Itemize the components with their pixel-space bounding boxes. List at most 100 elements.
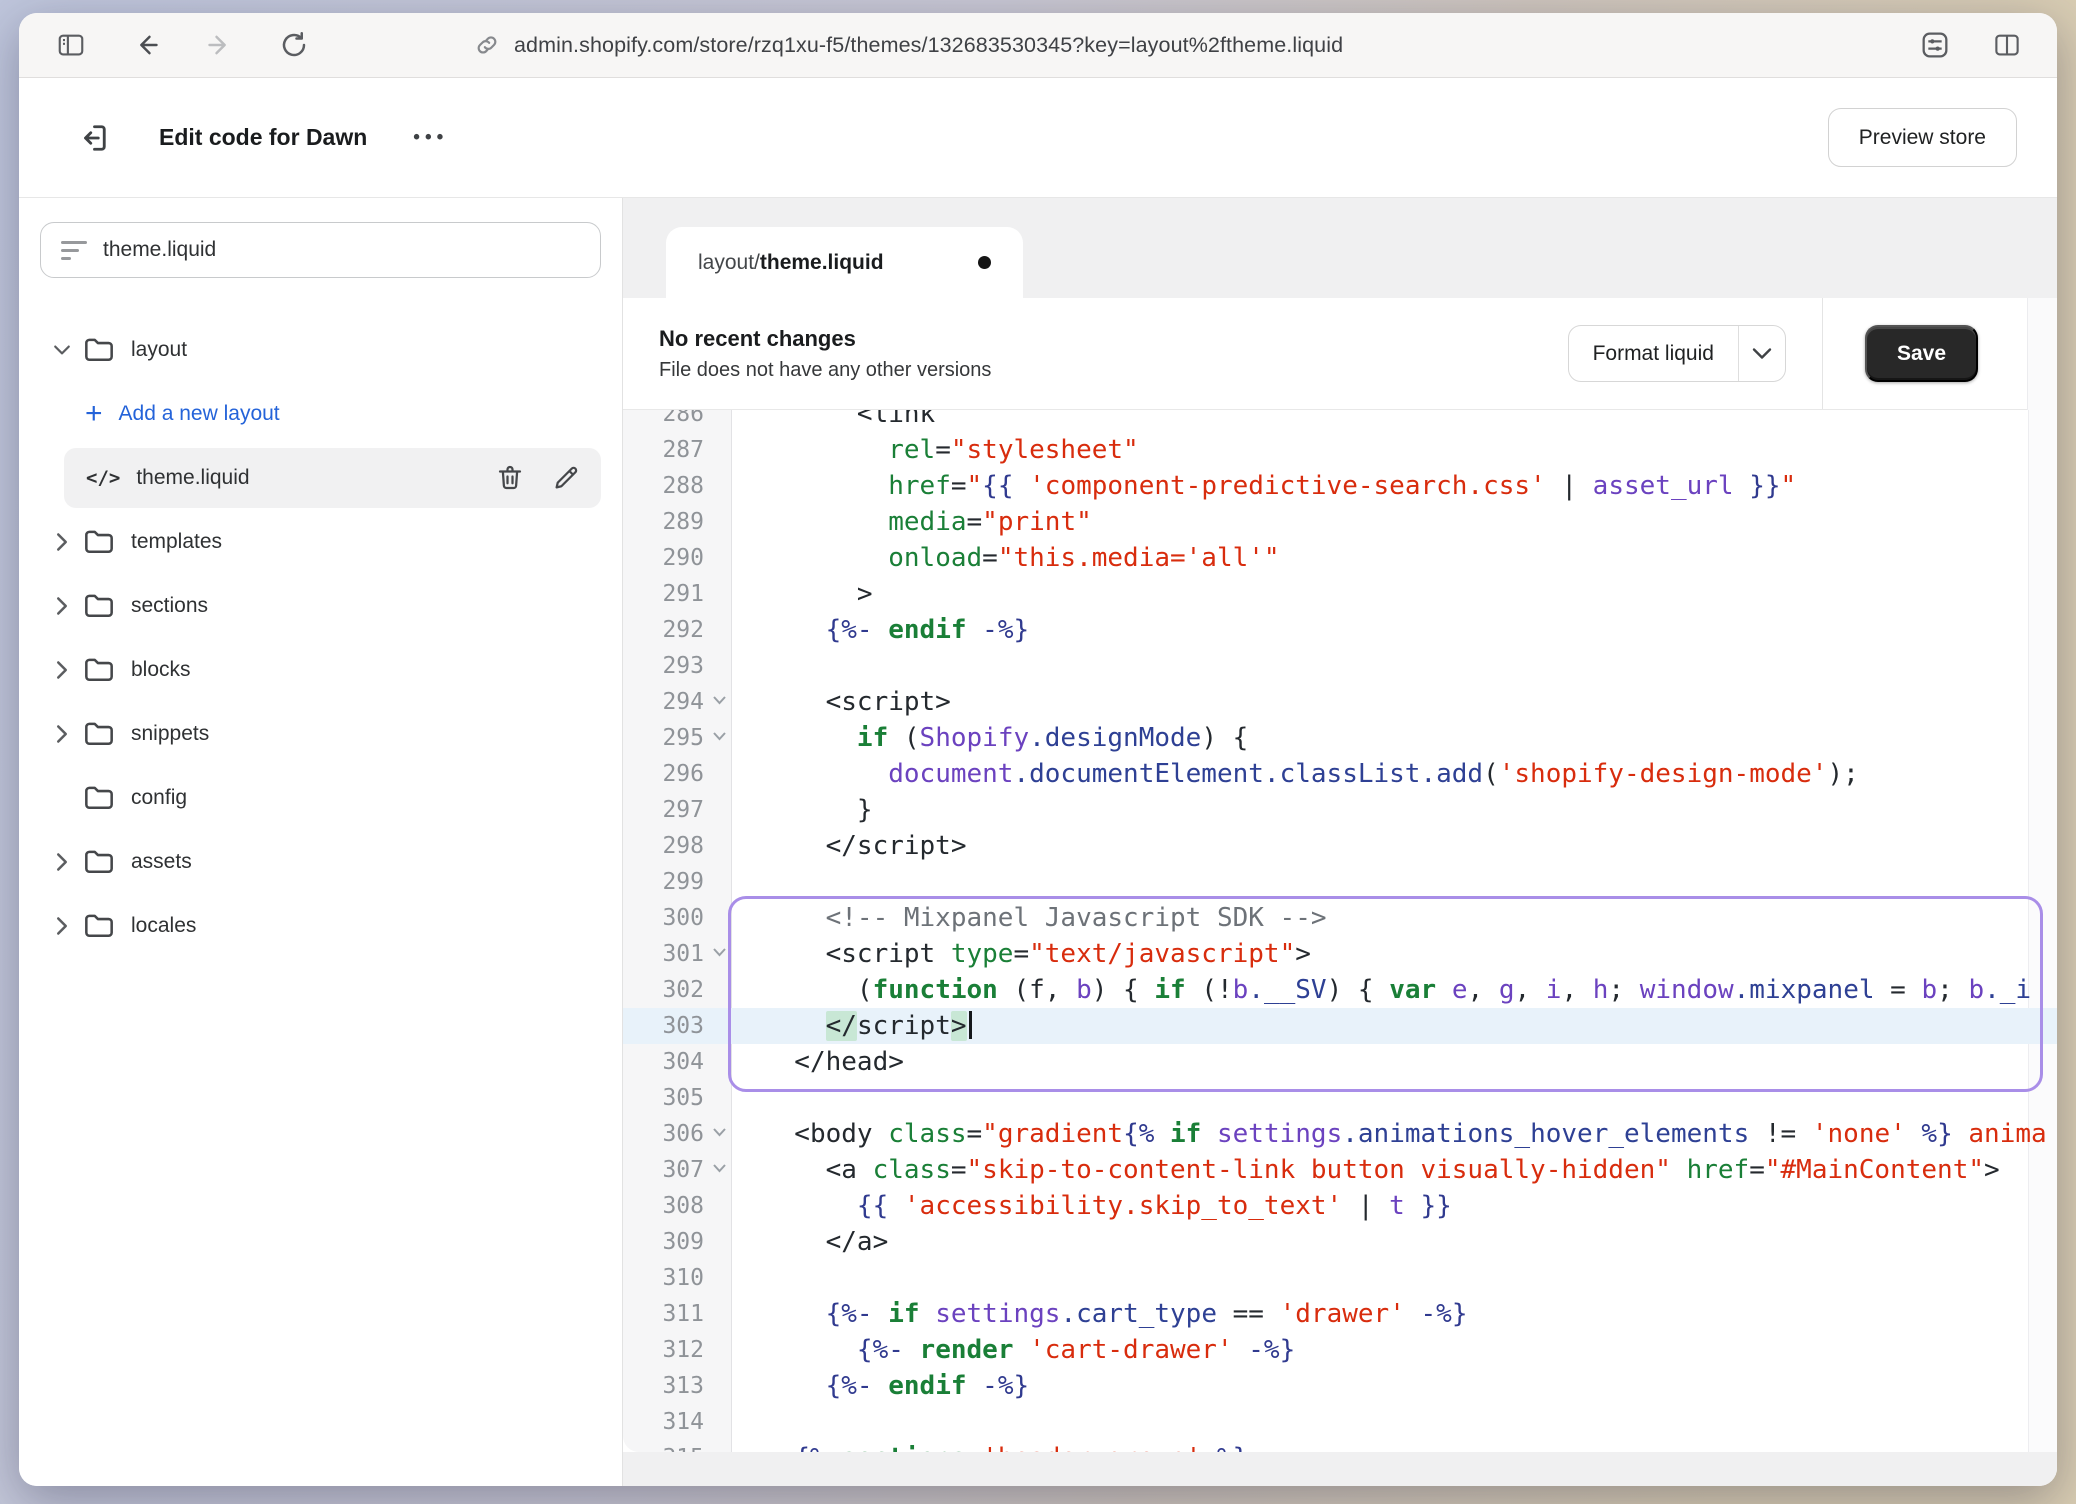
sidebar-file-theme-liquid[interactable]: </>theme.liquid <box>64 448 601 508</box>
line-number: 293 <box>623 648 732 684</box>
code-line-288[interactable]: 288 href="{{ 'component-predictive-searc… <box>623 468 2057 504</box>
folder-label: config <box>131 786 187 810</box>
trash-icon[interactable] <box>495 463 525 493</box>
code-line-297[interactable]: 297 } <box>623 792 2057 828</box>
format-liquid-button[interactable]: Format liquid <box>1568 325 1786 382</box>
sidebar-folder-locales[interactable]: locales <box>19 894 622 958</box>
split-view-icon[interactable] <box>1991 30 2023 60</box>
code-line-308[interactable]: 308 {{ 'accessibility.skip_to_text' | t … <box>623 1188 2057 1224</box>
fold-chevron-icon[interactable] <box>712 947 727 957</box>
file-search[interactable] <box>40 222 601 278</box>
sidebar-folder-snippets[interactable]: snippets <box>19 702 622 766</box>
sidebar-folder-layout[interactable]: layout <box>19 318 622 382</box>
code-line-287[interactable]: 287 rel="stylesheet" <box>623 432 2057 468</box>
chevron-right-icon[interactable] <box>49 660 75 680</box>
code-line-309[interactable]: 309 </a> <box>623 1224 2057 1260</box>
chevron-down-icon[interactable] <box>1739 326 1785 381</box>
line-number: 296 <box>623 756 732 792</box>
code-line-292[interactable]: 292 {%- endif -%} <box>623 612 2057 648</box>
sidebar-folder-sections[interactable]: sections <box>19 574 622 638</box>
code-editor[interactable]: 286 <link287 rel="stylesheet"288 href="{… <box>623 410 2057 1452</box>
folder-icon <box>83 592 115 620</box>
preview-store-button[interactable]: Preview store <box>1828 108 2017 167</box>
code-line-311[interactable]: 311 {%- if settings.cart_type == 'drawer… <box>623 1296 2057 1332</box>
fold-chevron-icon[interactable] <box>712 1163 727 1173</box>
folder-icon <box>83 656 115 684</box>
line-number: 300 <box>623 900 732 936</box>
chevron-right-icon[interactable] <box>49 916 75 936</box>
reload-icon[interactable] <box>279 30 309 60</box>
code-line-310[interactable]: 310 <box>623 1260 2057 1296</box>
code-line-286[interactable]: 286 <link <box>623 410 2057 432</box>
line-number: 305 <box>623 1080 732 1116</box>
code-line-298[interactable]: 298 </script> <box>623 828 2057 864</box>
chevron-right-icon[interactable] <box>49 852 75 872</box>
sidebar-folder-blocks[interactable]: blocks <box>19 638 622 702</box>
sidebar-add-layout[interactable]: + Add a new layout <box>19 382 622 446</box>
line-number: 303 <box>623 1008 732 1044</box>
code-line-291[interactable]: 291 > <box>623 576 2057 612</box>
address-bar[interactable]: admin.shopify.com/store/rzq1xu-f5/themes… <box>474 13 1343 77</box>
plus-icon: + <box>85 399 103 429</box>
code-line-295[interactable]: 295 if (Shopify.designMode) { <box>623 720 2057 756</box>
more-menu-icon[interactable]: ••• <box>413 127 448 149</box>
file-label: theme.liquid <box>136 466 249 490</box>
pencil-icon[interactable] <box>551 463 581 493</box>
fold-chevron-icon[interactable] <box>712 695 727 705</box>
exit-icon[interactable] <box>75 120 111 156</box>
code-line-315[interactable]: 315 {% sections 'header-group' %} <box>623 1440 2057 1452</box>
code-line-307[interactable]: 307 <a class="skip-to-content-link butto… <box>623 1152 2057 1188</box>
page-background <box>623 1452 2057 1486</box>
code-line-312[interactable]: 312 {%- render 'cart-drawer' -%} <box>623 1332 2057 1368</box>
search-input[interactable] <box>103 238 580 262</box>
code-line-290[interactable]: 290 onload="this.media='all'" <box>623 540 2057 576</box>
code-line-293[interactable]: 293 <box>623 648 2057 684</box>
fold-chevron-icon[interactable] <box>712 731 727 741</box>
link-icon <box>474 32 500 58</box>
line-number: 308 <box>623 1188 732 1224</box>
chevron-right-icon[interactable] <box>49 724 75 744</box>
code-line-302[interactable]: 302 (function (f, b) { if (!b.__SV) { va… <box>623 972 2057 1008</box>
url-text: admin.shopify.com/store/rzq1xu-f5/themes… <box>514 33 1343 58</box>
folder-icon <box>83 848 115 876</box>
shortcuts-icon[interactable] <box>1919 29 1951 61</box>
tab-strip: layout/theme.liquid <box>623 198 2057 298</box>
browser-window: admin.shopify.com/store/rzq1xu-f5/themes… <box>19 13 2057 1486</box>
file-sidebar: layout + Add a new layout </>theme.liquidte… <box>19 198 623 1486</box>
action-label: Add a new layout <box>119 402 280 426</box>
sidebar-folder-config[interactable]: config <box>19 766 622 830</box>
code-line-296[interactable]: 296 document.documentElement.classList.a… <box>623 756 2057 792</box>
fold-chevron-icon[interactable] <box>712 1127 727 1137</box>
code-line-303[interactable]: 303 </script> <box>623 1008 2057 1044</box>
back-icon[interactable] <box>131 31 161 59</box>
chevron-right-icon[interactable] <box>49 596 75 616</box>
line-number: 292 <box>623 612 732 648</box>
sidebar-folder-templates[interactable]: templates <box>19 510 622 574</box>
format-liquid-label[interactable]: Format liquid <box>1569 326 1739 381</box>
code-line-305[interactable]: 305 <box>623 1080 2057 1116</box>
code-line-300[interactable]: 300 <!-- Mixpanel Javascript SDK --> <box>623 900 2057 936</box>
save-button[interactable]: Save <box>1865 325 1978 382</box>
chevron-down-icon[interactable] <box>49 344 75 356</box>
browser-chrome: admin.shopify.com/store/rzq1xu-f5/themes… <box>19 13 2057 78</box>
sidebar-folder-assets[interactable]: assets <box>19 830 622 894</box>
chevron-right-icon[interactable] <box>49 532 75 552</box>
folder-label: assets <box>131 850 192 874</box>
folder-icon <box>83 912 115 940</box>
code-line-306[interactable]: 306 <body class="gradient{% if settings.… <box>623 1116 2057 1152</box>
line-number: 290 <box>623 540 732 576</box>
line-number: 310 <box>623 1260 732 1296</box>
code-line-301[interactable]: 301 <script type="text/javascript"> <box>623 936 2057 972</box>
code-line-304[interactable]: 304 </head> <box>623 1044 2057 1080</box>
code-line-289[interactable]: 289 media="print" <box>623 504 2057 540</box>
forward-icon[interactable] <box>205 31 235 59</box>
app-header: Edit code for Dawn ••• Preview store <box>19 78 2057 198</box>
sidebar-toggle-icon[interactable] <box>55 30 87 60</box>
code-line-314[interactable]: 314 <box>623 1404 2057 1440</box>
code-line-294[interactable]: 294 <script> <box>623 684 2057 720</box>
tab-theme-liquid[interactable]: layout/theme.liquid <box>666 227 1023 298</box>
line-number: 311 <box>623 1296 732 1332</box>
editor-panel: layout/theme.liquid No recent changes Fi… <box>623 198 2057 1486</box>
code-line-299[interactable]: 299 <box>623 864 2057 900</box>
code-line-313[interactable]: 313 {%- endif -%} <box>623 1368 2057 1404</box>
